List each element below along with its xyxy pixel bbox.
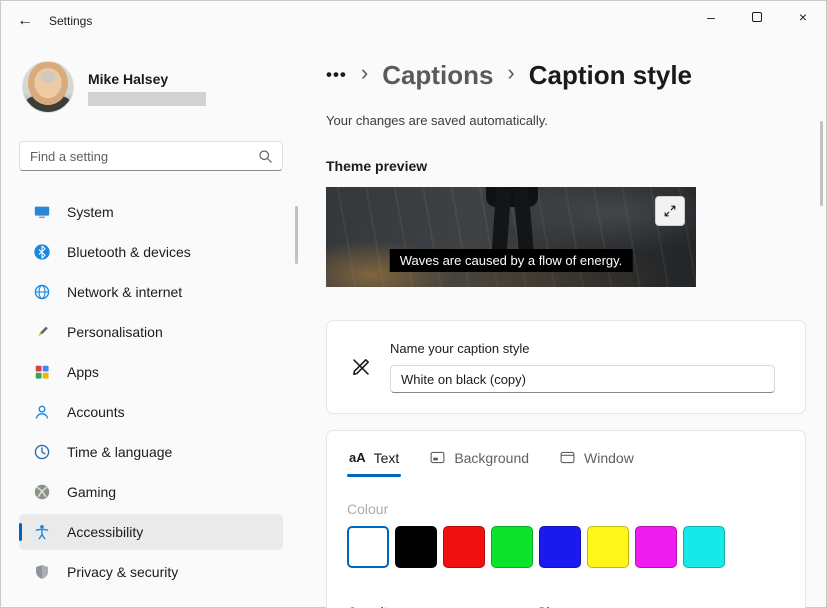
accounts-icon [33, 403, 51, 421]
sidebar-item-label: System [67, 204, 114, 220]
sidebar-nav: System Bluetooth & devices Network & int… [19, 194, 283, 590]
name-caption-style-label: Name your caption style [390, 341, 775, 356]
expand-icon [662, 203, 678, 219]
bluetooth-icon [33, 243, 51, 261]
maximize-icon [752, 12, 762, 22]
system-icon [33, 203, 51, 221]
tab-background[interactable]: Background [427, 443, 531, 477]
close-button[interactable]: × [780, 1, 826, 33]
swatch-blue[interactable] [539, 526, 581, 568]
tab-label: Background [454, 450, 529, 466]
tab-label: Text [374, 450, 400, 466]
sidebar-item-system[interactable]: System [19, 194, 283, 230]
theme-preview-label: Theme preview [326, 158, 826, 174]
swatch-magenta[interactable] [635, 526, 677, 568]
caption-options-card: aA Text Background Window [326, 430, 806, 608]
caption-name-card: Name your caption style [326, 320, 806, 414]
breadcrumb-overflow-button[interactable]: ••• [326, 65, 347, 85]
window-title: Settings [49, 14, 92, 28]
background-icon [429, 449, 446, 466]
style-edit-icon [349, 355, 373, 379]
colour-label: Colour [347, 501, 785, 517]
sidebar-item-apps[interactable]: Apps [19, 354, 283, 390]
apps-icon [33, 363, 51, 381]
titlebar: ← Settings – × [1, 1, 826, 41]
gaming-icon [33, 483, 51, 501]
breadcrumb-captions[interactable]: Captions [382, 60, 493, 91]
expand-preview-button[interactable] [655, 196, 685, 226]
window-icon [559, 449, 576, 466]
avatar [22, 61, 74, 113]
accessibility-icon [33, 523, 51, 541]
sidebar-item-label: Personalisation [67, 324, 163, 340]
swatch-red[interactable] [443, 526, 485, 568]
sidebar-item-label: Network & internet [67, 284, 182, 300]
preview-person-silhouette [486, 187, 538, 207]
maximize-button[interactable] [734, 1, 780, 33]
sidebar-item-bluetooth-devices[interactable]: Bluetooth & devices [19, 234, 283, 270]
sidebar-item-label: Time & language [67, 444, 172, 460]
text-format-icon: aA [349, 450, 366, 465]
sidebar-item-privacy-security[interactable]: Privacy & security [19, 554, 283, 590]
sidebar-item-network-internet[interactable]: Network & internet [19, 274, 283, 310]
main-scrollbar[interactable] [820, 121, 823, 206]
user-name: Mike Halsey [88, 71, 206, 87]
caption-style-name-input[interactable] [390, 365, 775, 393]
sidebar-item-accounts[interactable]: Accounts [19, 394, 283, 430]
tab-text[interactable]: aA Text [347, 443, 401, 477]
sidebar-item-label: Apps [67, 364, 99, 380]
opacity-label: Opacity [347, 604, 537, 608]
sidebar-scrollbar[interactable] [295, 206, 298, 264]
chevron-right-icon: › [507, 60, 514, 90]
autosave-note: Your changes are saved automatically. [326, 113, 826, 128]
breadcrumb: ••• › Captions › Caption style [326, 57, 826, 93]
swatch-yellow[interactable] [587, 526, 629, 568]
window-controls: – × [688, 1, 826, 33]
privacy-icon [33, 563, 51, 581]
swatch-white[interactable] [347, 526, 389, 568]
caption-style-tabs: aA Text Background Window [347, 431, 785, 477]
size-label: Size [537, 604, 564, 608]
tab-label: Window [584, 450, 634, 466]
sidebar-item-personalisation[interactable]: Personalisation [19, 314, 283, 350]
sidebar-item-label: Gaming [67, 484, 116, 500]
main-content: ••• › Captions › Caption style Your chan… [301, 41, 826, 608]
search-icon [257, 148, 274, 165]
sidebar-item-label: Accessibility [67, 524, 143, 540]
sidebar-item-accessibility[interactable]: Accessibility [19, 514, 283, 550]
network-icon [33, 283, 51, 301]
user-profile[interactable]: Mike Halsey [22, 61, 283, 113]
time-language-icon [33, 443, 51, 461]
sidebar: Mike Halsey System [1, 41, 301, 608]
sidebar-item-label: Accounts [67, 404, 125, 420]
page-title: Caption style [529, 60, 692, 91]
swatch-cyan[interactable] [683, 526, 725, 568]
sidebar-item-label: Privacy & security [67, 564, 178, 580]
back-button[interactable]: ← [9, 7, 41, 35]
colour-swatches [347, 526, 785, 568]
search-box[interactable] [19, 141, 283, 171]
user-subtext-placeholder [88, 92, 206, 106]
theme-preview-image: Waves are caused by a flow of energy. [326, 187, 696, 287]
swatch-green[interactable] [491, 526, 533, 568]
sidebar-item-gaming[interactable]: Gaming [19, 474, 283, 510]
caption-sample-text: Waves are caused by a flow of energy. [390, 249, 633, 272]
sidebar-item-label: Bluetooth & devices [67, 244, 191, 260]
chevron-right-icon: › [361, 60, 368, 90]
personalisation-icon [33, 323, 51, 341]
sidebar-item-time-language[interactable]: Time & language [19, 434, 283, 470]
swatch-black[interactable] [395, 526, 437, 568]
tab-window[interactable]: Window [557, 443, 636, 477]
search-input[interactable] [30, 149, 257, 164]
minimize-button[interactable]: – [688, 1, 734, 33]
